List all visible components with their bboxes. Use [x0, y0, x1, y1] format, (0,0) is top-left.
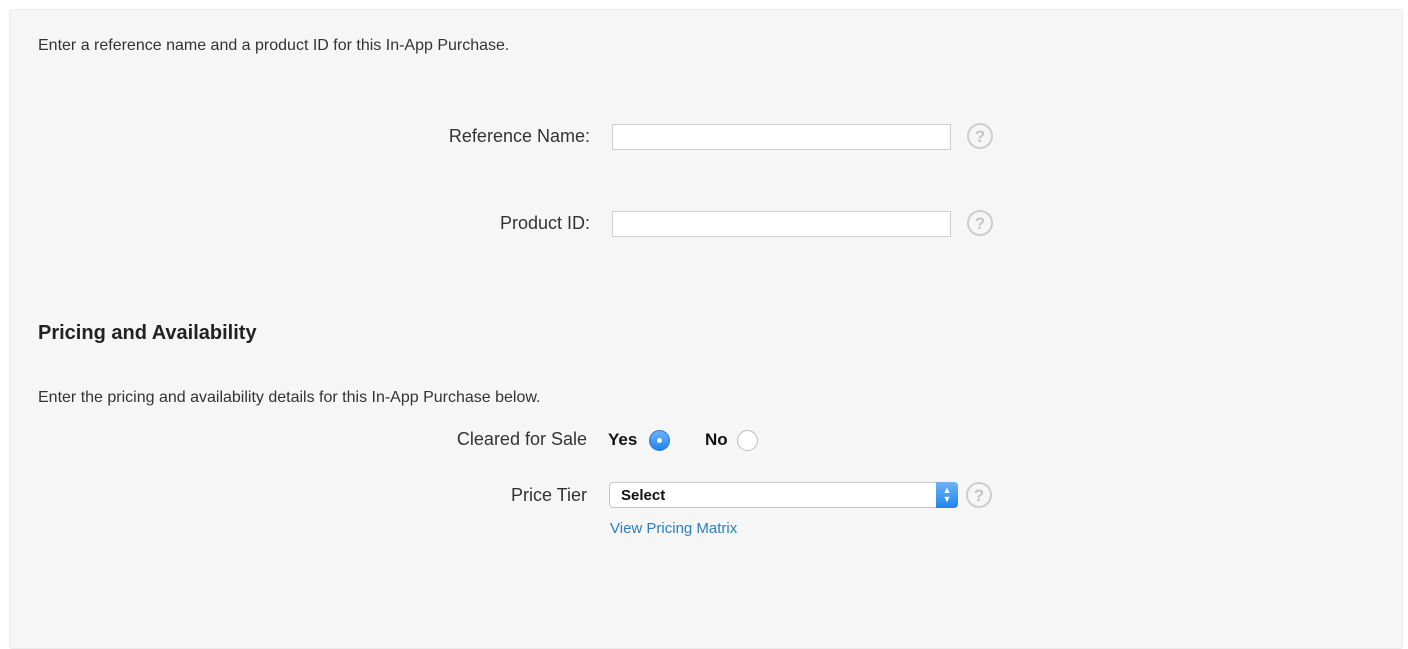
up-down-chevron-icon: ▲ ▼ [936, 482, 958, 508]
no-radio-label[interactable]: No [705, 430, 728, 450]
price-tier-selected-value: Select [621, 487, 666, 504]
price-tier-select[interactable]: Select ▲ ▼ [609, 482, 958, 508]
yes-radio-label[interactable]: Yes [608, 430, 637, 450]
view-pricing-matrix-link[interactable]: View Pricing Matrix [610, 520, 737, 537]
yes-radio-button[interactable] [649, 430, 670, 451]
question-circle-icon[interactable]: ? [967, 123, 993, 149]
question-circle-icon[interactable]: ? [966, 482, 992, 508]
pricing-description: Enter the pricing and availability detai… [38, 389, 541, 406]
intro-text: Enter a reference name and a product ID … [38, 37, 510, 54]
product-id-label: Product ID: [499, 213, 590, 233]
reference-name-input[interactable] [612, 124, 951, 150]
cleared-for-sale-label: Cleared for Sale [456, 429, 587, 449]
question-circle-icon[interactable]: ? [967, 210, 993, 236]
product-id-input[interactable] [612, 211, 951, 237]
no-radio-button[interactable] [737, 430, 758, 451]
reference-name-label: Reference Name: [448, 126, 590, 146]
section-title-pricing: Pricing and Availability [38, 322, 257, 344]
in-app-purchase-form-panel: Enter a reference name and a product ID … [9, 9, 1403, 649]
price-tier-label: Price Tier [510, 485, 587, 505]
